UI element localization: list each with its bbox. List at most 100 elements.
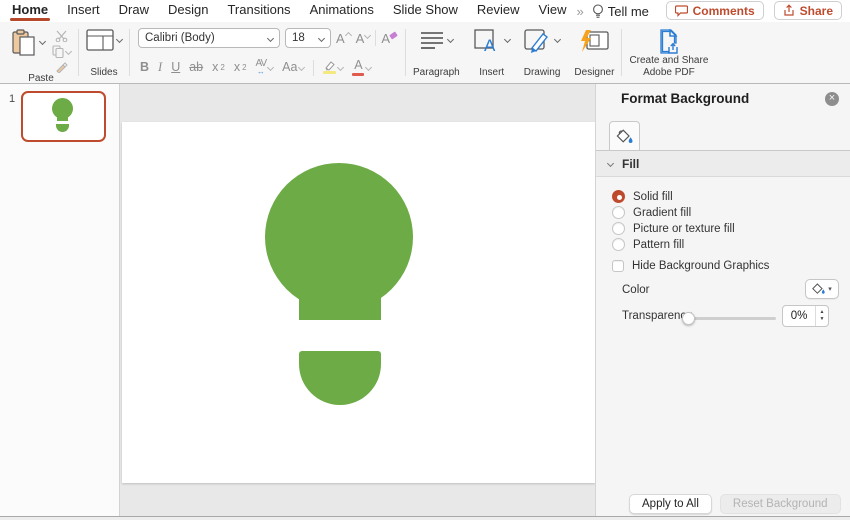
tab-transitions[interactable]: Transitions — [227, 0, 290, 22]
slide-thumbnail-1[interactable] — [21, 91, 106, 142]
thumbnail-bulb-base — [56, 124, 69, 132]
tab-overflow-chevrons-icon[interactable]: » — [577, 4, 584, 19]
tab-animations[interactable]: Animations — [310, 0, 374, 22]
subscript-base: x — [233, 60, 241, 75]
stepper-up-icon[interactable]: ▲ — [820, 309, 825, 317]
text-highlight-button[interactable] — [323, 61, 345, 74]
character-spacing-button[interactable]: AV ↔ — [255, 58, 275, 76]
increase-font-button[interactable]: A — [336, 31, 352, 46]
fill-section-header[interactable]: Fill — [596, 151, 850, 177]
panel-close-button[interactable]: × — [825, 92, 839, 106]
fill-tab[interactable] — [609, 121, 640, 151]
share-button[interactable]: Share — [773, 1, 842, 20]
slide-number: 1 — [9, 93, 16, 105]
pattern-fill-label: Pattern fill — [633, 238, 685, 251]
tab-insert[interactable]: Insert — [67, 0, 100, 22]
insert-label: Insert — [479, 66, 505, 78]
transparency-slider[interactable] — [682, 312, 776, 325]
paragraph-button[interactable] — [419, 29, 455, 53]
tab-design[interactable]: Design — [168, 0, 208, 22]
eraser-icon — [389, 30, 398, 40]
designer-icon — [578, 29, 610, 55]
radio-pattern-fill[interactable] — [612, 238, 625, 251]
tab-draw[interactable]: Draw — [119, 0, 149, 22]
transparency-slider-thumb[interactable] — [682, 312, 695, 325]
slides-label: Slides — [90, 66, 118, 78]
fill-option-picture[interactable]: Picture or texture fill — [612, 221, 735, 236]
insert-group: A Insert — [467, 22, 517, 83]
slides-button[interactable] — [86, 29, 124, 51]
workspace: 1 Format Background × Fill Solid fill Gr… — [0, 84, 850, 520]
italic-button[interactable]: I — [158, 61, 162, 74]
drawing-label: Drawing — [523, 66, 561, 78]
fill-option-pattern[interactable]: Pattern fill — [612, 237, 684, 252]
paste-button[interactable] — [11, 29, 47, 57]
drawing-chevron-icon — [554, 35, 562, 44]
adobe-pdf-label: Create and Share Adobe PDF — [629, 55, 709, 78]
comments-button[interactable]: Comments — [665, 1, 764, 20]
comment-bubble-icon — [674, 4, 688, 17]
tab-slide-show[interactable]: Slide Show — [393, 0, 458, 22]
tell-me-search[interactable]: Tell me — [592, 4, 649, 19]
panel-title: Format Background — [621, 91, 750, 106]
insert-textbox-icon: A — [474, 29, 502, 55]
adobe-pdf-icon — [656, 29, 682, 55]
tab-review[interactable]: Review — [477, 0, 520, 22]
share-icon — [783, 4, 795, 17]
svg-text:A: A — [484, 36, 496, 55]
bold-button[interactable]: B — [140, 61, 149, 74]
color-picker-button[interactable]: ▾ — [805, 279, 839, 299]
subscript-button[interactable]: x2 — [234, 61, 247, 74]
decrease-font-button[interactable]: A — [356, 31, 372, 46]
copy-button[interactable] — [52, 45, 73, 58]
font-name-select[interactable]: Calibri (Body) — [138, 28, 280, 48]
paint-bucket-small-icon — [812, 283, 826, 295]
strikethrough-button[interactable]: ab — [189, 61, 203, 74]
tab-home[interactable]: Home — [9, 0, 51, 22]
transparency-value-field[interactable]: 0% ▲ ▼ — [782, 305, 829, 327]
small-divider — [375, 30, 377, 46]
radio-solid-fill[interactable] — [612, 190, 625, 203]
font-color-button[interactable]: A — [352, 59, 373, 76]
fill-collapse-chevron-icon — [606, 159, 615, 168]
superscript-mark: 2 — [220, 62, 225, 72]
solid-fill-label: Solid fill — [633, 190, 673, 203]
thumbnail-bulb-neck — [57, 116, 68, 121]
drawing-brush-icon — [524, 29, 552, 55]
tell-me-label: Tell me — [607, 3, 649, 19]
drawing-button[interactable] — [524, 29, 562, 55]
reset-background-button: Reset Background — [719, 494, 841, 514]
increase-caret-icon — [344, 31, 352, 39]
paste-label: Paste — [28, 73, 54, 84]
menubar-actions: Comments Share — [665, 1, 842, 20]
radio-gradient-fill[interactable] — [612, 206, 625, 219]
paragraph-chevron-icon — [447, 35, 455, 44]
font-color-icon: A — [352, 59, 365, 76]
create-share-adobe-pdf-button[interactable] — [656, 29, 682, 55]
slide-thumbnail-panel: 1 — [0, 84, 120, 520]
font-size-select[interactable]: 18 — [285, 28, 331, 48]
slide-editing-area[interactable] — [122, 122, 595, 483]
apply-to-all-button[interactable]: Apply to All — [629, 494, 712, 514]
hide-background-checkbox[interactable] — [612, 259, 624, 272]
designer-button[interactable] — [578, 29, 610, 55]
fill-option-gradient[interactable]: Gradient fill — [612, 205, 691, 220]
insert-button[interactable]: A — [474, 29, 511, 55]
transparency-stepper[interactable]: ▲ ▼ — [815, 306, 828, 326]
format-painter-button[interactable] — [55, 61, 68, 73]
tab-view[interactable]: View — [539, 0, 567, 22]
cut-button[interactable] — [55, 30, 68, 42]
adobe-pdf-group: Create and Share Adobe PDF — [622, 22, 715, 83]
font-size-value: 18 — [292, 32, 305, 44]
clear-formatting-button[interactable]: A — [381, 30, 398, 46]
superscript-button[interactable]: x2 — [212, 61, 225, 74]
hide-background-graphics-option[interactable]: Hide Background Graphics — [612, 258, 769, 273]
stepper-down-icon[interactable]: ▼ — [820, 316, 825, 324]
paragraph-group: Paragraph — [406, 22, 467, 83]
designer-group: Designer — [567, 22, 621, 83]
underline-button[interactable]: U — [171, 61, 180, 74]
change-case-button[interactable]: Aa — [282, 61, 306, 74]
radio-picture-fill[interactable] — [612, 222, 625, 235]
fill-option-solid[interactable]: Solid fill — [612, 189, 673, 204]
character-spacing-icon: AV ↔ — [255, 58, 268, 76]
